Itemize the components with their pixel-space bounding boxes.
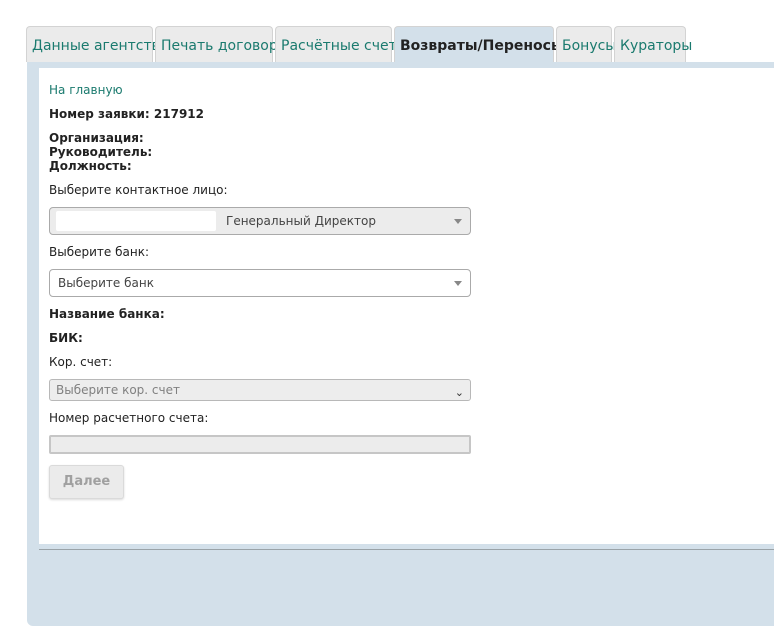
- position-label: Должность:: [49, 159, 132, 173]
- tab-agency-data[interactable]: Данные агентства: [26, 26, 168, 62]
- bank-select-label: Выберите банк:: [49, 245, 149, 259]
- tab-bonuses[interactable]: Бонусы: [556, 26, 616, 62]
- corr-account-value: Выберите кор. счет: [56, 383, 180, 397]
- chevron-down-icon: ⌄: [454, 386, 464, 399]
- contact-select-value: Генеральный Директор: [226, 214, 376, 228]
- bank-name-label: Название банка:: [49, 307, 165, 321]
- organization-label: Организация:: [49, 131, 144, 145]
- chevron-down-icon: [454, 281, 462, 286]
- contact-select-label: Выберите контактное лицо:: [49, 183, 228, 197]
- corr-account-select[interactable]: Выберите кор. счет ⌄: [49, 379, 471, 401]
- tab-contract-print[interactable]: Печать договора: [155, 26, 286, 62]
- content-area: [39, 68, 774, 544]
- contact-select[interactable]: Генеральный Директор: [49, 207, 471, 235]
- divider: [39, 549, 774, 550]
- account-number-label: Номер расчетного счета:: [49, 411, 209, 425]
- bank-select-value: Выберите банк: [58, 276, 154, 290]
- redacted-name: [56, 211, 216, 231]
- tab-bar: Данные агентства Печать договора Расчётн…: [26, 26, 692, 62]
- tab-bank-accounts[interactable]: Расчётные счета: [275, 26, 405, 62]
- tab-returns-transfers[interactable]: Возвраты/Переносы: [394, 26, 564, 62]
- corr-account-label: Кор. счет:: [49, 355, 113, 369]
- home-link[interactable]: На главную: [49, 83, 123, 97]
- account-number-input[interactable]: [49, 435, 471, 454]
- next-button[interactable]: Далее: [49, 465, 124, 499]
- chevron-down-icon: [454, 219, 462, 224]
- director-label: Руководитель:: [49, 145, 153, 159]
- tab-curators[interactable]: Кураторы: [614, 26, 692, 62]
- bank-select[interactable]: Выберите банк: [49, 269, 471, 297]
- order-number: Номер заявки: 217912: [49, 107, 204, 121]
- bik-label: БИК:: [49, 331, 83, 345]
